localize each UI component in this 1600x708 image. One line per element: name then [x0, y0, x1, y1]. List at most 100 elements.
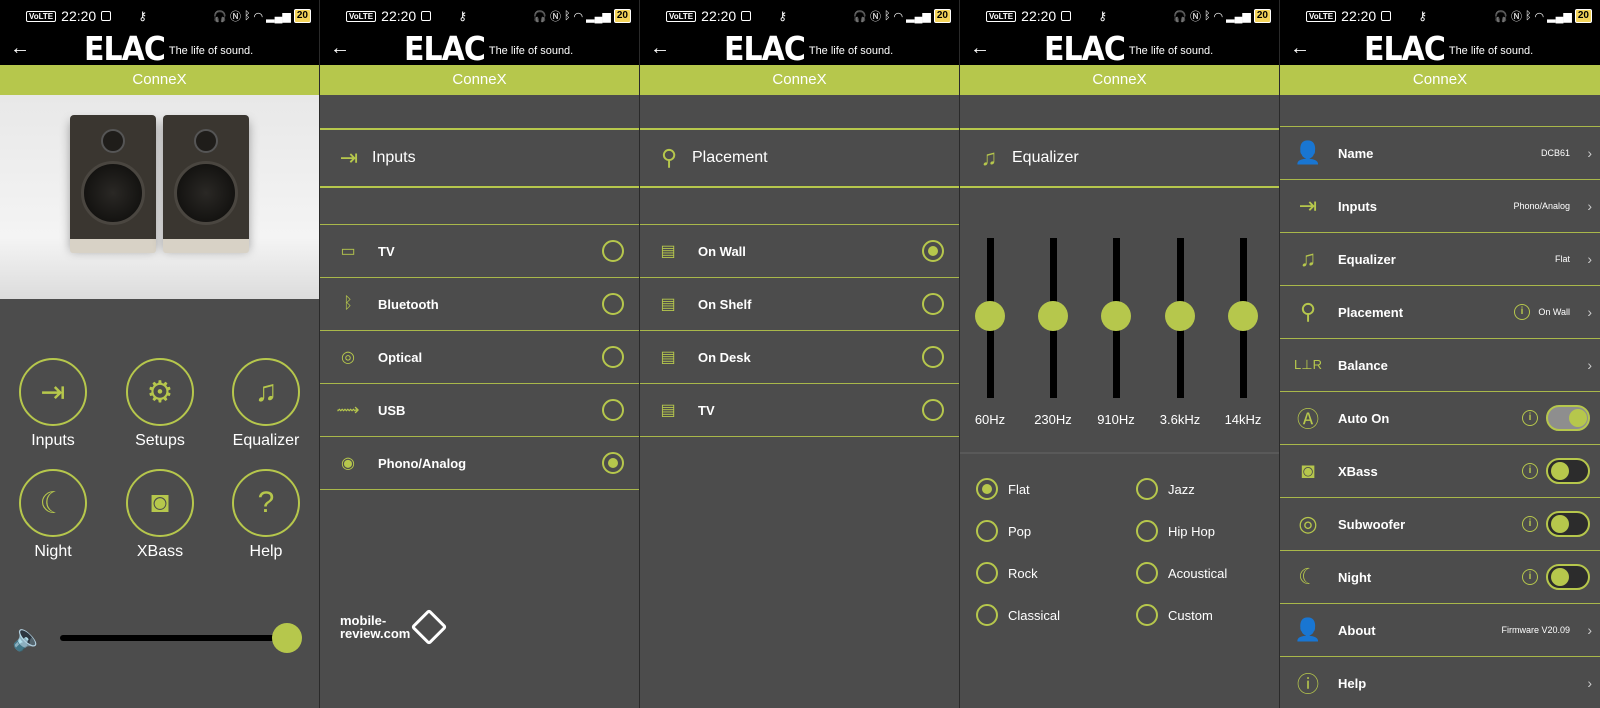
input-option-usb[interactable]: ⟿ USB — [320, 383, 639, 436]
radio-button[interactable] — [602, 240, 624, 262]
preset-jazz[interactable]: Jazz — [1136, 478, 1195, 500]
settings-row-about[interactable]: 👤 About Firmware V20.09 › — [1280, 603, 1600, 656]
chevron-right-icon: › — [1587, 198, 1592, 214]
brand-tagline: The life of sound. — [168, 45, 254, 57]
info-icon[interactable]: i — [1522, 410, 1538, 426]
radio-button[interactable] — [1136, 562, 1158, 584]
radio-button[interactable] — [1136, 604, 1158, 626]
radio-button[interactable] — [922, 399, 944, 421]
notification-icon — [101, 11, 112, 21]
subwoofer-toggle[interactable] — [1546, 511, 1590, 537]
back-arrow-icon[interactable]: ← — [10, 36, 34, 60]
radio-button[interactable] — [602, 346, 624, 368]
bluetooth-status-icon: ᛒ — [883, 10, 891, 22]
eq-band-knob[interactable] — [1228, 301, 1258, 331]
settings-row-inputs[interactable]: ⇥ Inputs Phono/Analog › — [1280, 179, 1600, 232]
settings-row-balance[interactable]: L⊥R Balance › — [1280, 338, 1600, 391]
section-title: Placement — [692, 149, 768, 166]
location-pin-icon: ⚲ — [1299, 299, 1317, 324]
home-night-button[interactable]: ☾ Night — [0, 469, 108, 561]
info-icon[interactable]: i — [1514, 304, 1530, 320]
home-item-label: Equalizer — [232, 432, 300, 449]
back-arrow-icon[interactable]: ← — [970, 36, 994, 60]
subwoofer-icon: ◎ — [1298, 511, 1318, 536]
radio-button[interactable] — [922, 346, 944, 368]
info-icon[interactable]: i — [1522, 463, 1538, 479]
back-arrow-icon[interactable]: ← — [1290, 36, 1314, 60]
setting-value: Firmware V20.09 — [1501, 625, 1570, 635]
preset-pop[interactable]: Pop — [976, 520, 1031, 542]
radio-button[interactable] — [976, 520, 998, 542]
signal-icon: ▂▄▆ — [586, 10, 611, 23]
radio-button[interactable] — [976, 562, 998, 584]
help-icon: ⓘ — [1296, 672, 1319, 697]
input-option-optical[interactable]: ◎ Optical — [320, 330, 639, 383]
eq-band-knob[interactable] — [975, 301, 1005, 331]
night-toggle[interactable] — [1546, 564, 1590, 590]
preset-flat[interactable]: Flat — [976, 478, 1030, 500]
input-option-tv[interactable]: ▭ TV — [320, 224, 639, 277]
eq-band-knob[interactable] — [1165, 301, 1195, 331]
elac-logo: ELAC — [1364, 30, 1446, 69]
notification-icon — [1381, 11, 1392, 21]
settings-row-equalizer[interactable]: ♫ Equalizer Flat › — [1280, 232, 1600, 285]
radio-button-selected[interactable] — [602, 452, 624, 474]
volume-slider-thumb[interactable] — [272, 623, 302, 653]
settings-row-help[interactable]: ⓘ Help › — [1280, 656, 1600, 708]
eq-band-knob[interactable] — [1038, 301, 1068, 331]
back-arrow-icon[interactable]: ← — [330, 36, 354, 60]
volume-slider-track[interactable] — [60, 623, 302, 653]
placement-option-wall[interactable]: ▤ On Wall — [640, 224, 959, 277]
setting-label: Auto On — [1338, 410, 1390, 426]
wifi-icon: ◠ — [1213, 10, 1224, 23]
eq-band-slider[interactable] — [1023, 236, 1083, 398]
radio-button[interactable] — [976, 604, 998, 626]
eq-band-slider[interactable] — [960, 236, 1020, 398]
input-option-phono[interactable]: ◉ Phono/Analog — [320, 436, 639, 489]
radio-button[interactable] — [1136, 478, 1158, 500]
preset-custom[interactable]: Custom — [1136, 604, 1213, 626]
preset-classical[interactable]: Classical — [976, 604, 1060, 626]
eq-band-slider[interactable] — [1086, 236, 1146, 398]
input-option-bluetooth[interactable]: ᛒ Bluetooth — [320, 277, 639, 330]
settings-row-placement[interactable]: ⚲ Placement i On Wall › — [1280, 285, 1600, 338]
volte-icon: VoLTE — [986, 10, 1017, 22]
home-equalizer-button[interactable]: ♫ Equalizer — [211, 358, 319, 450]
home-setups-button[interactable]: ⚙ Setups — [105, 358, 215, 450]
xbass-toggle[interactable] — [1546, 458, 1590, 484]
placement-option-shelf[interactable]: ▤ On Shelf — [640, 277, 959, 330]
radio-button-selected[interactable] — [922, 240, 944, 262]
auto-on-toggle[interactable] — [1546, 405, 1590, 431]
settings-row-name[interactable]: 👤 Name DCB61 › — [1280, 126, 1600, 179]
key-icon: ⚷ — [1418, 9, 1427, 23]
radio-button-selected[interactable] — [976, 478, 998, 500]
home-xbass-button[interactable]: ◙ XBass — [105, 469, 215, 561]
key-icon: ⚷ — [138, 9, 147, 23]
headphones-icon: 🎧 — [853, 10, 867, 23]
preset-rock[interactable]: Rock — [976, 562, 1038, 584]
settings-row-night: ☾ Night i — [1280, 550, 1600, 603]
back-arrow-icon[interactable]: ← — [650, 36, 674, 60]
setting-label: Name — [1338, 145, 1374, 161]
placement-option-tv[interactable]: ▤ TV — [640, 383, 959, 436]
info-icon[interactable]: i — [1522, 516, 1538, 532]
placement-option-desk[interactable]: ▤ On Desk — [640, 330, 959, 383]
eq-band-knob[interactable] — [1101, 301, 1131, 331]
preset-acoustical[interactable]: Acoustical — [1136, 562, 1227, 584]
elac-logo: ELAC — [84, 30, 166, 69]
radio-button[interactable] — [922, 293, 944, 315]
key-icon: ⚷ — [1098, 9, 1107, 23]
info-icon[interactable]: i — [1522, 569, 1538, 585]
chevron-right-icon: › — [1587, 251, 1592, 267]
radio-button[interactable] — [602, 399, 624, 421]
home-help-button[interactable]: ? Help — [211, 469, 319, 561]
home-inputs-button[interactable]: ⇥ Inputs — [0, 358, 108, 450]
watermark: mobile- review.com — [340, 608, 448, 646]
radio-button[interactable] — [602, 293, 624, 315]
speaker-icon: ◙ — [1301, 458, 1315, 483]
eq-band-slider[interactable] — [1150, 236, 1210, 398]
preset-hiphop[interactable]: Hip Hop — [1136, 520, 1215, 542]
eq-band-slider[interactable] — [1213, 236, 1273, 398]
brand-tagline: The life of sound. — [1448, 45, 1534, 57]
radio-button[interactable] — [1136, 520, 1158, 542]
